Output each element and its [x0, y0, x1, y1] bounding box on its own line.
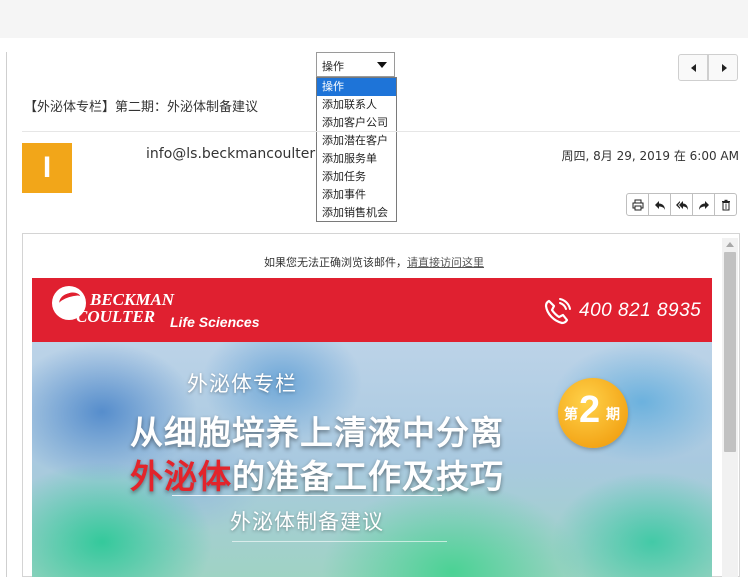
action-select[interactable]: 操作 — [316, 52, 395, 77]
hero-title-3-rest: 的准备工作及技巧 — [232, 457, 504, 496]
left-divider — [6, 52, 7, 577]
option-add-account[interactable]: 添加客户公司 — [317, 114, 396, 132]
forward-button[interactable] — [692, 193, 715, 216]
notice-text: 如果您无法正确浏览该邮件， — [264, 256, 407, 269]
scroll-thumb[interactable] — [724, 252, 736, 452]
view-online-notice: 如果您无法正确浏览该邮件，请直接访问这里 — [0, 254, 748, 270]
brand-line2: COULTER — [76, 307, 156, 326]
forward-icon — [699, 201, 709, 210]
avatar: I — [22, 143, 72, 193]
option-add-contact[interactable]: 添加联系人 — [317, 96, 396, 114]
chevron-right-icon — [722, 64, 727, 72]
badge-prefix: 第 — [564, 407, 578, 423]
option-add-opportunity[interactable]: 添加销售机会 — [317, 204, 396, 222]
view-online-link[interactable]: 请直接访问这里 — [407, 256, 484, 269]
caret-down-icon — [377, 62, 387, 68]
next-button[interactable] — [708, 54, 738, 81]
brand-banner: BECKMAN COULTER Life Sciences 400 821 89… — [32, 278, 712, 342]
print-button[interactable] — [626, 193, 649, 216]
divider — [22, 131, 740, 132]
option-add-lead[interactable]: 添加潜在客户 — [317, 132, 396, 150]
hero-divider-2 — [232, 541, 447, 542]
email-subject: 【外泌体专栏】第二期：外泌体制备建议 — [24, 100, 259, 115]
hero-title-1: 外泌体专栏 — [187, 372, 297, 396]
sender-address: info@ls.beckmancoulter — [146, 146, 316, 162]
phone-number: 400 821 8935 — [579, 300, 702, 321]
hero-title-3-highlight: 外泌体 — [130, 457, 232, 496]
delete-button[interactable] — [714, 193, 737, 216]
email-toolbar — [626, 193, 737, 216]
badge-number: 2 — [579, 389, 601, 431]
scroll-up-icon[interactable] — [726, 242, 734, 247]
option-add-event[interactable]: 添加事件 — [317, 186, 396, 204]
email-scrollbar[interactable] — [722, 238, 738, 577]
hero-title-2: 从细胞培养上清液中分离 — [130, 413, 504, 452]
hero-divider — [172, 495, 442, 496]
hero-banner: 外泌体专栏 从细胞培养上清液中分离 外泌体的准备工作及技巧 外泌体制备建议 第 … — [32, 342, 712, 577]
brand-line1: BECKMAN — [90, 290, 175, 309]
trash-icon — [722, 199, 730, 211]
reply-button[interactable] — [648, 193, 671, 216]
issue-badge: 第 2 期 — [558, 378, 628, 448]
reply-icon — [655, 201, 665, 210]
option-action[interactable]: 操作 — [317, 78, 396, 96]
chevron-left-icon — [691, 64, 696, 72]
action-dropdown-list: 操作 添加联系人 添加客户公司 添加潜在客户 添加服务单 添加任务 添加事件 添… — [316, 77, 397, 222]
previous-button[interactable] — [678, 54, 708, 81]
reply-all-icon — [676, 201, 688, 210]
reply-all-button[interactable] — [670, 193, 693, 216]
badge-suffix: 期 — [606, 407, 620, 423]
option-add-case[interactable]: 添加服务单 — [317, 150, 396, 168]
email-datetime: 周四, 8月 29, 2019 在 6:00 AM — [561, 149, 739, 163]
hero-title-4: 外泌体制备建议 — [230, 510, 384, 534]
brand-subtitle: Life Sciences — [170, 314, 260, 330]
print-icon — [632, 199, 644, 211]
action-select-value: 操作 — [322, 60, 344, 73]
top-bar — [0, 0, 748, 38]
hero-title-3: 外泌体的准备工作及技巧 — [130, 450, 504, 498]
option-add-task[interactable]: 添加任务 — [317, 168, 396, 186]
phone-icon — [544, 298, 571, 325]
